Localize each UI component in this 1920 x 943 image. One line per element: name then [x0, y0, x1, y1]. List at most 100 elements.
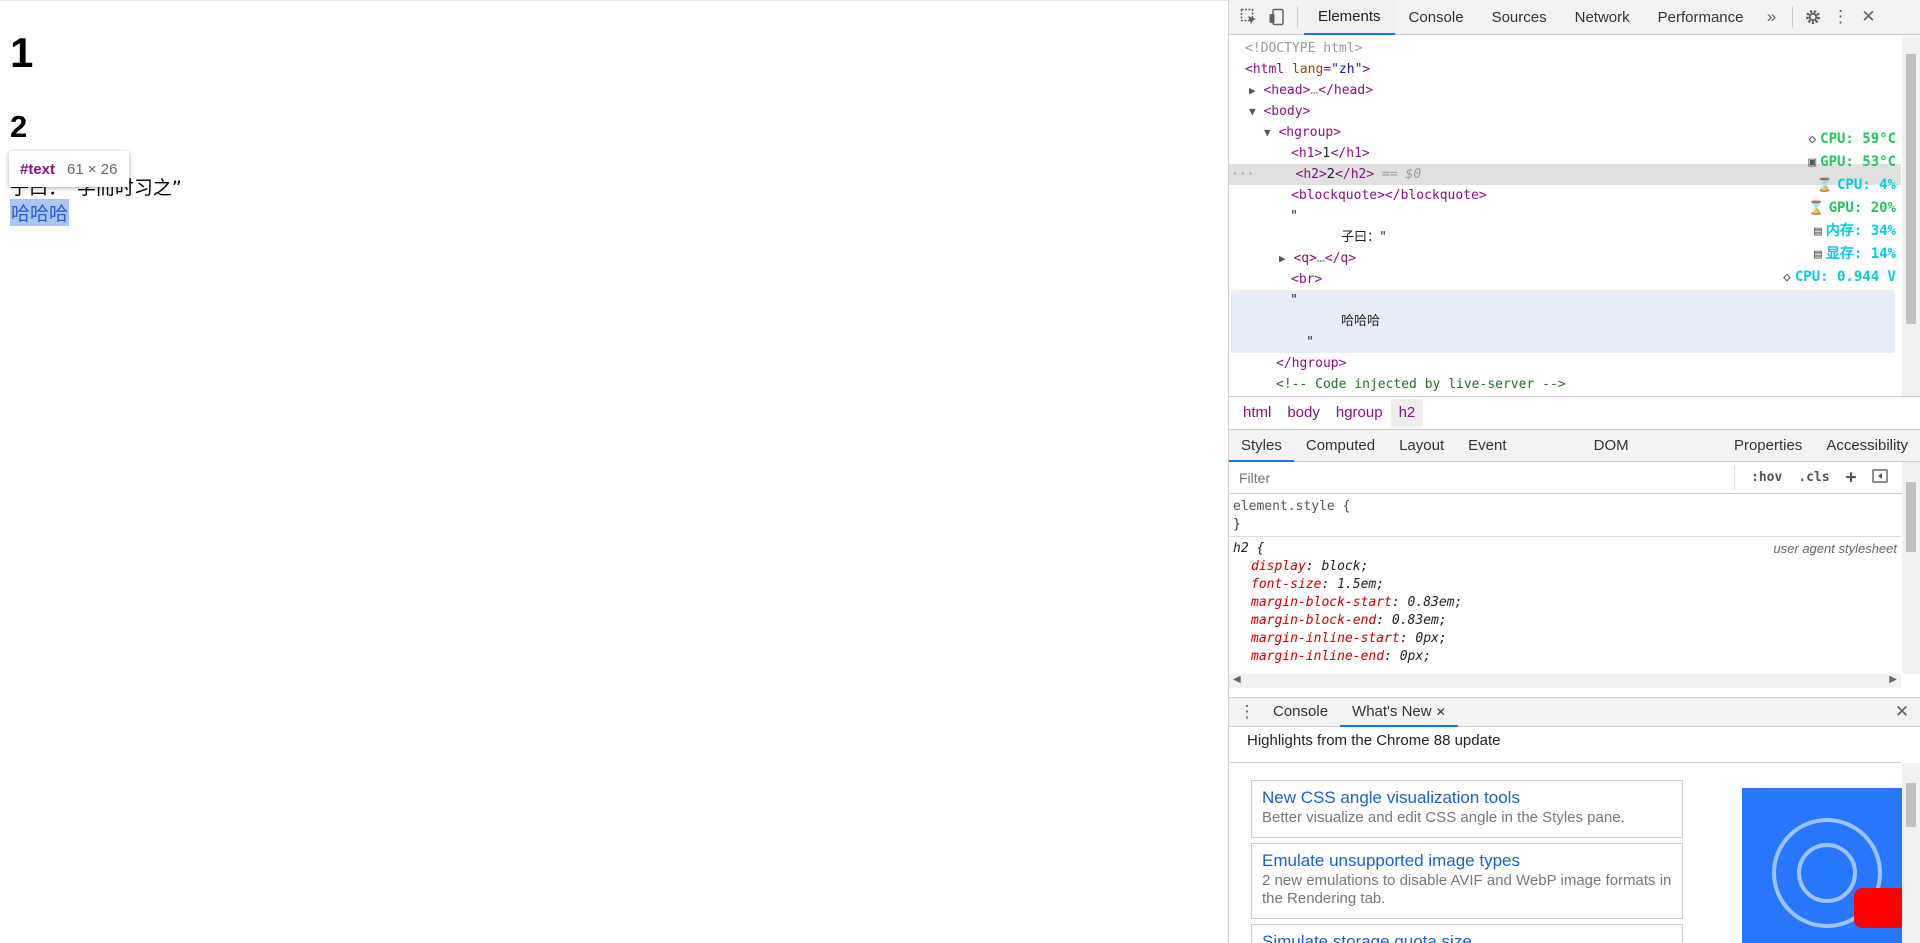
tab-elements[interactable]: Elements — [1304, 0, 1395, 35]
css-property-value[interactable]: 0px; — [1415, 631, 1446, 646]
css-property-value[interactable]: 0.83em; — [1392, 613, 1447, 628]
tab-layout[interactable]: Layout — [1387, 430, 1456, 462]
feature-card-storage-quota[interactable]: Simulate storage quota size — [1251, 924, 1683, 943]
customize-menu-icon[interactable]: ⋮ — [1827, 3, 1855, 31]
breadcrumb-h2[interactable]: h2 — [1390, 399, 1424, 427]
feature-card-image-types[interactable]: Emulate unsupported image types 2 new em… — [1251, 843, 1683, 919]
element-style-rule[interactable]: element.style { — [1233, 498, 1350, 516]
css-property-value[interactable]: 1.5em; — [1337, 577, 1384, 592]
drawer-menu-icon[interactable]: ⋮ — [1233, 698, 1261, 726]
dom-line-quote-open[interactable]: " — [1291, 206, 1297, 227]
scroll-left-icon[interactable]: ◀ — [1233, 674, 1241, 685]
tab-sources[interactable]: Sources — [1478, 0, 1561, 35]
row-actions-icon[interactable]: ··· — [1229, 167, 1254, 182]
css-declaration[interactable]: margin-block-end: 0.83em; — [1251, 612, 1447, 630]
class-toggle[interactable]: .cls — [1798, 470, 1829, 485]
hgroup-tag: hgroup — [1286, 125, 1334, 140]
css-property-name[interactable]: margin-block-start — [1251, 595, 1392, 610]
css-property-name[interactable]: margin-inline-start — [1251, 631, 1400, 646]
breadcrumb-body[interactable]: body — [1279, 399, 1328, 427]
dom-line-quote-open-2[interactable]: " — [1291, 290, 1297, 311]
tab-properties[interactable]: Properties — [1722, 430, 1814, 462]
device-toolbar-icon[interactable] — [1263, 3, 1291, 31]
close-tab-icon[interactable]: ✕ — [1436, 705, 1446, 719]
h2-rule-selector[interactable]: h2 { — [1233, 540, 1264, 558]
dom-line-quote-close[interactable]: " — [1307, 332, 1313, 353]
tab-performance[interactable]: Performance — [1644, 0, 1758, 35]
drawer-tab-console[interactable]: Console — [1261, 697, 1340, 727]
css-declaration[interactable]: margin-inline-end: 0px; — [1251, 648, 1431, 666]
scrollbar-thumb[interactable] — [1906, 54, 1916, 324]
card-title[interactable]: Simulate storage quota size — [1262, 931, 1672, 943]
chrome-update-promo-image[interactable] — [1742, 788, 1902, 943]
hover-state-toggle[interactable]: :hov — [1751, 470, 1782, 485]
css-property-name[interactable]: margin-inline-end — [1251, 649, 1384, 664]
styles-pane-tabs: Styles Computed Layout Event Listeners D… — [1229, 430, 1920, 486]
dom-line-comment[interactable]: <!-- Code injected by live-server --> — [1276, 374, 1566, 395]
css-property-value[interactable]: 0.83em; — [1408, 595, 1463, 610]
tab-event-listeners[interactable]: Event Listeners — [1456, 430, 1582, 486]
monitor-row: ◇ CPU: 59°C — [1736, 128, 1896, 151]
css-declaration[interactable]: margin-inline-start: 0px; — [1251, 630, 1447, 648]
dom-line-body[interactable]: ▼ <body> — [1249, 101, 1310, 122]
scroll-right-icon[interactable]: ▶ — [1889, 674, 1897, 685]
element-style-close: } — [1233, 516, 1241, 534]
dom-tree-scrollbar[interactable] — [1902, 36, 1920, 396]
inspect-element-icon[interactable] — [1235, 3, 1263, 31]
dom-line-head[interactable]: ▶ <head>…</head> — [1249, 80, 1373, 101]
tab-styles[interactable]: Styles — [1229, 430, 1294, 462]
styles-scrollbar[interactable] — [1902, 462, 1920, 674]
monitor-value: CPU: 4% — [1836, 177, 1896, 193]
tab-dom-breakpoints[interactable]: DOM Breakpoints — [1582, 430, 1722, 486]
dom-line-doctype[interactable]: <!DOCTYPE html> — [1245, 38, 1362, 59]
dom-line-h1[interactable]: <h1>1</h1> — [1291, 143, 1370, 164]
css-property-value[interactable]: block; — [1321, 559, 1368, 574]
dom-line-text-ziyue[interactable]: 子曰：" — [1341, 227, 1386, 248]
tab-computed[interactable]: Computed — [1294, 430, 1387, 462]
dom-line-br[interactable]: <br> — [1291, 269, 1322, 290]
css-declaration[interactable]: margin-block-start: 0.83em; — [1251, 594, 1462, 612]
youtube-play-icon[interactable] — [1854, 888, 1902, 928]
whats-new-scrollbar[interactable] — [1902, 763, 1920, 943]
close-devtools-icon[interactable]: ✕ — [1855, 3, 1883, 31]
collapse-triangle-icon[interactable]: ▼ — [1249, 105, 1256, 118]
card-title[interactable]: Emulate unsupported image types — [1262, 850, 1672, 872]
hardware-monitor-overlay: ◇ CPU: 59°C ▣ GPU: 53°C ⌛ CPU: 4% ⌛ GPU: 20% ▤ 内存… — [1736, 128, 1896, 289]
expand-triangle-icon[interactable]: ▶ — [1279, 252, 1286, 265]
text-node-haha: 哈哈哈 — [1341, 314, 1381, 329]
css-declaration[interactable]: display: block; — [1251, 558, 1368, 576]
settings-gear-icon[interactable] — [1799, 3, 1827, 31]
tab-accessibility[interactable]: Accessibility — [1814, 430, 1920, 462]
css-property-name[interactable]: font-size — [1251, 577, 1321, 592]
toggle-sidebar-icon[interactable] — [1872, 468, 1889, 487]
memory-icon: ▤ — [1814, 224, 1822, 239]
breadcrumb-html[interactable]: html — [1235, 399, 1279, 427]
tab-network[interactable]: Network — [1561, 0, 1644, 35]
styles-filter-input[interactable] — [1235, 465, 1735, 490]
dom-line-q[interactable]: ▶ <q>…</q> — [1279, 248, 1356, 269]
dom-line-html[interactable]: <html lang="zh"> — [1245, 59, 1370, 80]
css-declaration[interactable]: font-size: 1.5em; — [1251, 576, 1384, 594]
dom-line-hgroup[interactable]: ▼ <hgroup> — [1264, 122, 1341, 143]
css-property-name[interactable]: display — [1251, 559, 1306, 574]
feature-card-css-angle[interactable]: New CSS angle visualization tools Better… — [1251, 780, 1683, 838]
scrollbar-thumb[interactable] — [1906, 783, 1916, 827]
card-title[interactable]: New CSS angle visualization tools — [1262, 787, 1672, 809]
hourglass-icon: ⌛ — [1808, 201, 1825, 216]
expand-triangle-icon[interactable]: ▶ — [1249, 84, 1256, 97]
css-property-value[interactable]: 0px; — [1400, 649, 1431, 664]
more-tabs-icon[interactable]: » — [1758, 3, 1786, 31]
collapse-triangle-icon[interactable]: ▼ — [1264, 126, 1271, 139]
styles-horizontal-scrollbar[interactable]: ◀ ▶ — [1229, 674, 1901, 688]
scrollbar-thumb[interactable] — [1906, 482, 1916, 552]
dom-line-hgroup-close[interactable]: </hgroup> — [1276, 353, 1346, 374]
dom-line-blockquote[interactable]: <blockquote></blockquote> — [1291, 185, 1487, 206]
dom-line-text-haha[interactable]: 哈哈哈 — [1341, 311, 1380, 332]
add-rule-icon[interactable]: + — [1846, 467, 1857, 488]
drawer-tab-whats-new[interactable]: What's New ✕ — [1340, 697, 1458, 727]
close-drawer-icon[interactable]: ✕ — [1888, 698, 1916, 726]
tab-console[interactable]: Console — [1395, 0, 1478, 35]
breadcrumb-hgroup[interactable]: hgroup — [1328, 399, 1391, 427]
css-property-name[interactable]: margin-block-end — [1251, 613, 1376, 628]
page-selected-text[interactable]: 哈哈哈 — [10, 199, 70, 226]
